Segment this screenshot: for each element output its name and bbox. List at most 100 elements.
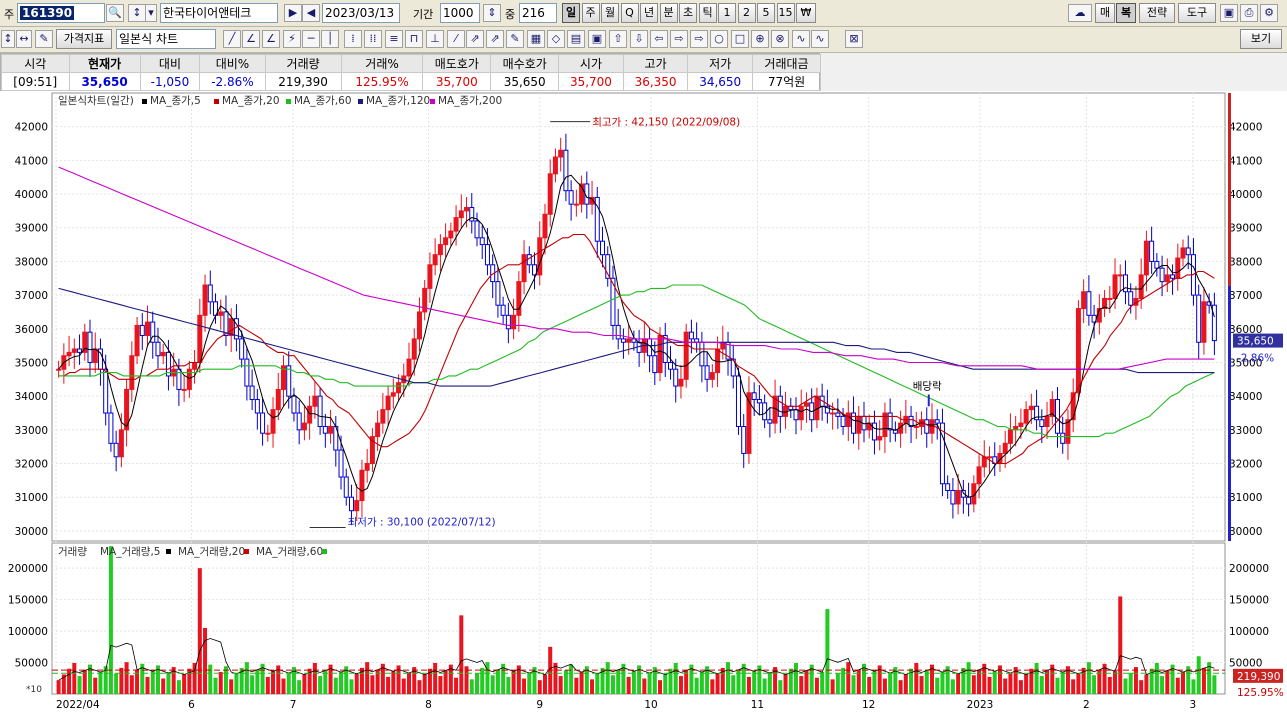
vol-legend-swatch bbox=[244, 549, 249, 554]
candle-body bbox=[683, 331, 689, 380]
back-icon[interactable]: ◀ bbox=[302, 4, 320, 22]
volume-bar bbox=[1118, 596, 1123, 694]
volume-bar bbox=[213, 677, 218, 694]
draw-tool-icon[interactable]: ⁞⁞ bbox=[364, 30, 382, 48]
draw-tool-icon[interactable]: ⚡ bbox=[283, 30, 301, 48]
draw-tool-icon[interactable]: ∠ bbox=[262, 30, 280, 48]
volume-bar bbox=[391, 671, 396, 694]
print-icon[interactable]: ⎙ bbox=[1240, 4, 1258, 22]
draw-tool-icon[interactable]: □ bbox=[731, 30, 749, 48]
candle-body bbox=[505, 314, 511, 330]
count-input[interactable]: 216 bbox=[519, 3, 557, 23]
tools-button[interactable]: 도구 bbox=[1178, 3, 1216, 23]
timeframe-4[interactable]: 년 bbox=[640, 3, 658, 23]
legend-label: MA_종가,20 bbox=[222, 95, 280, 107]
draw-tool-icon[interactable]: ⊠ bbox=[845, 30, 863, 48]
draw-tool-icon[interactable]: ⇗ bbox=[466, 30, 484, 48]
legend-swatch bbox=[142, 99, 147, 104]
volume-bar bbox=[108, 546, 113, 694]
timeframe-2[interactable]: 월 bbox=[601, 3, 619, 23]
draw-tool-icon[interactable]: │ bbox=[321, 30, 339, 48]
compound-button[interactable]: 복 bbox=[1116, 3, 1136, 23]
search-icon[interactable]: 🔍 bbox=[106, 4, 124, 22]
draw-tool-icon[interactable]: ⇗ bbox=[486, 30, 504, 48]
spin-icon[interactable]: ⇕ bbox=[483, 4, 501, 22]
draw-tool-icon[interactable]: ≡ bbox=[385, 30, 403, 48]
timeframe-7[interactable]: 틱 bbox=[698, 3, 717, 23]
candle-body bbox=[945, 483, 951, 491]
indicator-button[interactable]: 가격지표 bbox=[56, 29, 112, 49]
vol-tick-label-right: 100000 bbox=[1229, 626, 1269, 638]
draw-tool-icon[interactable]: ⊥ bbox=[426, 30, 444, 48]
chart-type-select[interactable]: 일본식 차트 bbox=[116, 29, 216, 49]
draw-tool-icon[interactable]: ∠ bbox=[242, 30, 260, 48]
view-button[interactable]: 보기 bbox=[1240, 29, 1282, 49]
draw-tool-icon[interactable]: ▦ bbox=[527, 30, 545, 48]
date-input[interactable]: 2023/03/13 bbox=[322, 3, 400, 23]
candle-body bbox=[296, 412, 302, 431]
timeframe-0[interactable]: 일 bbox=[562, 3, 580, 23]
sell-button[interactable]: 매 bbox=[1095, 3, 1115, 23]
draw-tool-icon[interactable]: ⇩ bbox=[630, 30, 648, 48]
draw-tool-icon[interactable]: ⊕ bbox=[751, 30, 769, 48]
volume-bar bbox=[386, 676, 391, 694]
candle-body bbox=[620, 338, 626, 343]
draw-tool-icon[interactable]: ○ bbox=[710, 30, 728, 48]
timeframe-6[interactable]: 초 bbox=[679, 3, 697, 23]
draw-tool-icon[interactable]: ✎ bbox=[506, 30, 524, 48]
settings-icon[interactable]: ⚙ bbox=[1260, 4, 1278, 22]
main-toolbar: 주 161390 🔍 ↕ ▾ 한국타이어앤테크 ▶ ◀ 2023/03/13 기… bbox=[0, 0, 1287, 27]
candle-body bbox=[877, 436, 883, 441]
volume-bar bbox=[333, 677, 338, 694]
candle-body bbox=[835, 412, 841, 417]
sort-icon[interactable]: ↕ bbox=[128, 4, 146, 22]
draw-tool-icon[interactable]: ◇ bbox=[547, 30, 565, 48]
draw-tool-icon[interactable]: ⁄ bbox=[447, 30, 465, 48]
chevron-down-icon[interactable]: ▾ bbox=[145, 4, 157, 22]
timeframe-8[interactable]: 1 bbox=[718, 3, 736, 23]
arrow-updown-icon[interactable]: ↕ bbox=[1, 30, 15, 48]
draw-tool-icon[interactable]: ∿ bbox=[792, 30, 810, 48]
draw-tool-icon[interactable]: ⊓ bbox=[405, 30, 423, 48]
timeframe-1[interactable]: 주 bbox=[581, 3, 600, 23]
draw-tool-icon[interactable]: ▣ bbox=[588, 30, 606, 48]
vol-legend-label: MA_거래량,60 bbox=[256, 546, 323, 558]
timeframe-10[interactable]: 5 bbox=[757, 3, 775, 23]
strategy-button[interactable]: 전략 bbox=[1139, 3, 1175, 23]
timeframe-9[interactable]: 2 bbox=[737, 3, 756, 23]
candle-body bbox=[322, 425, 328, 434]
draw-tool-icon[interactable]: ⇨ bbox=[670, 30, 688, 48]
chart-area: 30000 30000 31000 31000 32000 32000 33000 33000… bbox=[0, 91, 1287, 712]
candle-body bbox=[987, 456, 993, 459]
volume-bar bbox=[297, 680, 302, 694]
quote-header: 저가 bbox=[687, 54, 754, 73]
timeframe-3[interactable]: Q bbox=[620, 3, 639, 23]
draw-tool-icon[interactable]: ∿ bbox=[811, 30, 829, 48]
period-input[interactable]: 1000 bbox=[440, 3, 480, 23]
timeframe-12[interactable]: ₩ bbox=[796, 3, 816, 23]
arrow-leftright-icon[interactable]: ↔ bbox=[16, 30, 32, 48]
draw-tool-icon[interactable]: ⁞ bbox=[344, 30, 362, 48]
volume-bar bbox=[924, 670, 929, 694]
draw-tool-icon[interactable]: ▤ bbox=[567, 30, 585, 48]
timeframe-5[interactable]: 분 bbox=[659, 3, 678, 23]
draw-tool-icon[interactable]: ⊗ bbox=[771, 30, 789, 48]
draw-tool-icon[interactable]: ⇦ bbox=[650, 30, 668, 48]
cloud-icon[interactable]: ☁ bbox=[1068, 4, 1092, 22]
scale-down-bar bbox=[1228, 286, 1231, 541]
draw-tool-icon[interactable]: ─ bbox=[302, 30, 320, 48]
draw-tool-icon[interactable]: ⇨ bbox=[690, 30, 708, 48]
stock-name-field[interactable]: 한국타이어앤테크 bbox=[160, 3, 278, 23]
timeframe-11[interactable]: 15 bbox=[776, 3, 795, 23]
draw-tool-icon[interactable]: ⇧ bbox=[609, 30, 627, 48]
play-icon[interactable]: ▶ bbox=[284, 4, 302, 22]
volume-bar bbox=[1060, 671, 1065, 694]
candle-body bbox=[1117, 274, 1123, 277]
edit-icon[interactable]: ✎ bbox=[35, 30, 53, 48]
candle-body bbox=[767, 419, 773, 424]
save-icon[interactable]: ▣ bbox=[1220, 4, 1238, 22]
candle-body bbox=[432, 254, 438, 266]
draw-tool-icon[interactable]: ╱ bbox=[223, 30, 241, 48]
stock-code-input[interactable]: 161390 bbox=[17, 3, 105, 23]
candle-body bbox=[202, 284, 208, 316]
